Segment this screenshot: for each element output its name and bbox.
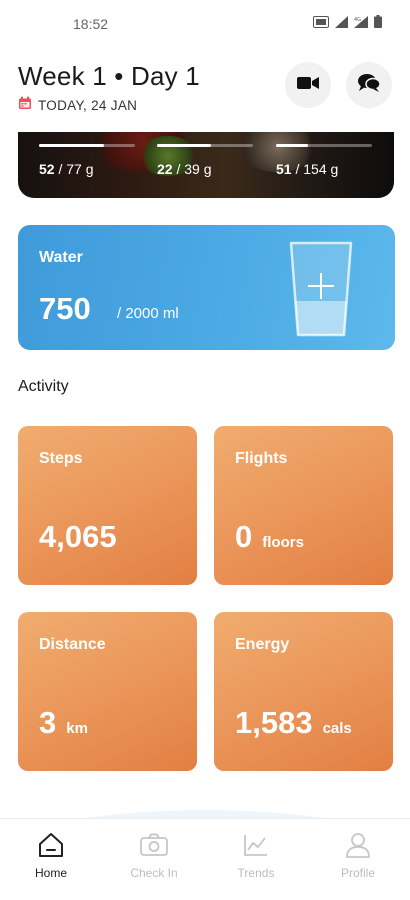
svg-text:4G: 4G: [354, 17, 361, 23]
home-icon: [11, 831, 91, 859]
energy-unit: cals: [322, 720, 352, 737]
add-water-button[interactable]: [288, 239, 354, 344]
battery-icon: [374, 15, 382, 33]
header: Week 1 • Day 1 TODAY, 24 JAN: [18, 58, 398, 118]
nav-trends[interactable]: Trends: [216, 831, 296, 880]
distance-label: Distance: [39, 636, 106, 653]
date-row: TODAY, 24 JAN: [18, 96, 137, 115]
chat-button[interactable]: [346, 62, 392, 108]
water-card[interactable]: Water 750 / 2000 ml: [18, 225, 395, 350]
water-goal: / 2000 ml: [117, 305, 179, 322]
status-icons: 4G: [313, 15, 382, 33]
steps-value: 4,065: [39, 519, 117, 554]
nav-profile-label: Profile: [340, 866, 375, 880]
activity-section-title: Activity: [18, 378, 69, 395]
nav-home[interactable]: Home: [11, 831, 91, 880]
steps-label: Steps: [39, 450, 83, 467]
video-camera-icon: [297, 75, 319, 96]
status-time: 18:52: [73, 16, 109, 32]
calendar-icon: [18, 96, 32, 115]
flights-value-row: 0 floors: [235, 519, 304, 555]
video-call-button[interactable]: [285, 62, 331, 108]
nav-home-label: Home: [34, 866, 67, 880]
date-text: TODAY, 24 JAN: [38, 98, 138, 113]
water-label: Water: [39, 249, 83, 266]
flights-card[interactable]: Flights 0 floors: [214, 426, 393, 585]
nav-check-in[interactable]: Check In: [114, 831, 194, 880]
macro-amount: 22 / 39 g: [157, 161, 212, 177]
flights-unit: floors: [262, 534, 304, 551]
volte-icon: [313, 15, 329, 33]
page-title: Week 1 • Day 1: [18, 61, 200, 91]
macro-progress-fill: [157, 144, 211, 147]
distance-value-row: 3 km: [39, 705, 88, 741]
energy-label: Energy: [235, 636, 290, 653]
status-bar: 18:52 4G: [0, 0, 410, 46]
macro-amount: 52 / 77 g: [39, 161, 94, 177]
signal-icon: [335, 15, 348, 33]
energy-value: 1,583: [235, 705, 313, 740]
camera-icon: [114, 831, 194, 859]
network-4g-icon: 4G: [354, 15, 368, 33]
line-chart-icon: [216, 831, 296, 859]
nav-trends-label: Trends: [237, 866, 275, 880]
profile-icon: [318, 831, 398, 859]
water-value: 750: [39, 291, 91, 326]
flights-label: Flights: [235, 450, 288, 467]
steps-value-row: 4,065: [39, 519, 117, 555]
energy-value-row: 1,583 cals: [235, 705, 352, 741]
macro-amount: 51 / 154 g: [276, 161, 339, 177]
macro-nutrients-card[interactable]: 52 / 77 g 22 / 39 g 51 / 154 g: [18, 132, 394, 198]
chat-bubbles-icon: [357, 73, 381, 98]
distance-unit: km: [66, 720, 88, 737]
steps-card[interactable]: Steps 4,065: [18, 426, 197, 585]
bottom-navigation: Home Check In Trends Profile: [0, 818, 410, 900]
distance-card[interactable]: Distance 3 km: [18, 612, 197, 771]
flights-value: 0: [235, 519, 253, 554]
distance-value: 3: [39, 705, 57, 740]
nav-check-in-label: Check In: [130, 866, 178, 880]
macro-progress-fill: [276, 144, 308, 147]
energy-card[interactable]: Energy 1,583 cals: [214, 612, 393, 771]
water-glass-plus-icon: [288, 241, 354, 343]
macro-progress-fill: [39, 144, 105, 147]
nav-profile[interactable]: Profile: [318, 831, 398, 880]
